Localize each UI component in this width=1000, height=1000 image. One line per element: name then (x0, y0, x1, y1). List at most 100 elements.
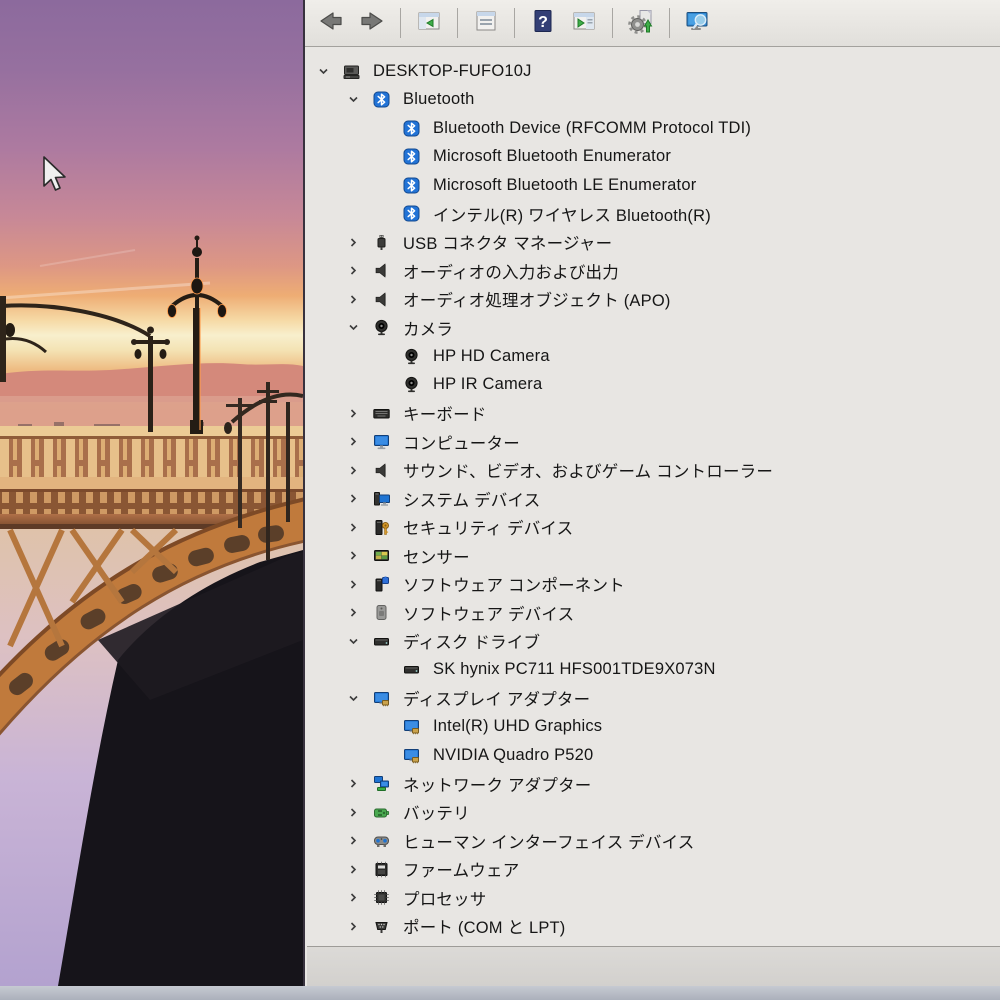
tree-item-label: システム デバイス (403, 491, 541, 510)
chevron-right-icon[interactable] (347, 862, 373, 876)
properties-window-icon (473, 8, 499, 39)
device-tree[interactable]: DESKTOP-FUFO10J Bluetooth Bluetooth Device… (307, 47, 1000, 946)
system-icon (373, 490, 397, 508)
processor-icon (373, 889, 397, 907)
scan-hardware-changes-button[interactable] (623, 5, 659, 41)
tree-item[interactable]: Bluetooth (307, 86, 1000, 115)
chevron-right-icon[interactable] (347, 891, 373, 905)
tree-item[interactable]: システム デバイス (307, 485, 1000, 514)
tree-item[interactable]: サウンド、ビデオ、およびゲーム コントローラー (307, 456, 1000, 485)
chevron-right-icon[interactable] (347, 463, 373, 477)
tree-item[interactable]: Intel(R) UHD Graphics (307, 713, 1000, 742)
tree-item-label: サウンド、ビデオ、およびゲーム コントローラー (403, 463, 774, 482)
desktop-wallpaper (0, 0, 303, 986)
back-button[interactable] (313, 5, 349, 41)
chevron-right-icon[interactable] (347, 834, 373, 848)
chevron-right-icon[interactable] (347, 520, 373, 534)
tree-item[interactable]: Microsoft Bluetooth Enumerator (307, 143, 1000, 172)
chevron-right-icon[interactable] (347, 805, 373, 819)
disk-icon (403, 661, 427, 679)
display-icon (373, 689, 397, 707)
tree-item[interactable]: ディスク ドライブ (307, 627, 1000, 656)
tree-item-label: ディスク ドライブ (403, 634, 541, 653)
usb-icon (373, 233, 397, 251)
tree-item-label: セキュリティ デバイス (403, 520, 574, 539)
scan-hardware-icon (628, 8, 654, 39)
camera-icon (373, 319, 397, 337)
search-computer-button[interactable] (680, 5, 716, 41)
tree-item[interactable]: キーボード (307, 399, 1000, 428)
monitor-icon (373, 433, 397, 451)
tree-item[interactable]: Bluetooth Device (RFCOMM Protocol TDI) (307, 114, 1000, 143)
toolbar-separator (400, 8, 401, 38)
chevron-right-icon[interactable] (347, 549, 373, 563)
tree-item-label: ファームウェア (403, 862, 520, 881)
chevron-right-icon[interactable] (347, 492, 373, 506)
chevron-right-icon[interactable] (347, 264, 373, 278)
chevron-right-icon[interactable] (347, 235, 373, 249)
chevron-right-icon[interactable] (347, 435, 373, 449)
firmware-icon (373, 860, 397, 878)
port-icon (373, 917, 397, 935)
tree-item[interactable]: HP HD Camera (307, 342, 1000, 371)
tree-item[interactable]: Microsoft Bluetooth LE Enumerator (307, 171, 1000, 200)
audio-icon (373, 262, 397, 280)
tree-item[interactable]: カメラ (307, 314, 1000, 343)
security-icon (373, 518, 397, 536)
laptop-screen-photo: ? DESKTOP-FUFO10J Bluetooth Bluetooth Devi… (0, 0, 1000, 1000)
tree-item[interactable]: ソフトウェア コンポーネント (307, 570, 1000, 599)
chevron-right-icon[interactable] (347, 606, 373, 620)
tree-item[interactable]: DESKTOP-FUFO10J (307, 57, 1000, 86)
hid-icon (373, 832, 397, 850)
tree-item[interactable]: オーディオ処理オブジェクト (APO) (307, 285, 1000, 314)
tree-item[interactable]: バッテリ (307, 798, 1000, 827)
chevron-down-icon[interactable] (347, 691, 373, 705)
tree-item[interactable]: NVIDIA Quadro P520 (307, 741, 1000, 770)
tree-item-label: NVIDIA Quadro P520 (433, 745, 594, 764)
tree-item[interactable]: ネットワーク アダプター (307, 770, 1000, 799)
chevron-right-icon[interactable] (347, 577, 373, 591)
tree-item-label: DESKTOP-FUFO10J (373, 61, 532, 80)
tree-item-label: ソフトウェア コンポーネント (403, 577, 625, 596)
tree-item[interactable]: ソフトウェア デバイス (307, 599, 1000, 628)
show-console-tree-button[interactable] (411, 5, 447, 41)
tree-item[interactable]: SK hynix PC711 HFS001TDE9X073N (307, 656, 1000, 685)
screen-bezel (0, 986, 1000, 1000)
toolbar-separator (514, 8, 515, 38)
chevron-down-icon[interactable] (347, 634, 373, 648)
display-icon (403, 718, 427, 736)
chevron-down-icon[interactable] (317, 64, 343, 78)
help-icon: ? (530, 8, 556, 39)
chevron-down-icon[interactable] (347, 321, 373, 335)
tree-item-label: SK hynix PC711 HFS001TDE9X073N (433, 660, 716, 679)
tree-item[interactable]: ポート (COM と LPT) (307, 912, 1000, 941)
tree-item-label: HP HD Camera (433, 346, 550, 365)
help-button[interactable]: ? (525, 5, 561, 41)
tree-item[interactable]: オーディオの入力および出力 (307, 257, 1000, 286)
tree-item-label: ネットワーク アダプター (403, 776, 592, 795)
tree-item[interactable]: HP IR Camera (307, 371, 1000, 400)
display-icon (403, 746, 427, 764)
chevron-right-icon[interactable] (347, 292, 373, 306)
show-action-pane-button[interactable] (566, 5, 602, 41)
tree-item[interactable]: プロセッサ (307, 884, 1000, 913)
properties-button[interactable] (468, 5, 504, 41)
chevron-right-icon[interactable] (347, 406, 373, 420)
tree-item[interactable]: ディスプレイ アダプター (307, 684, 1000, 713)
tree-item[interactable]: センサー (307, 542, 1000, 571)
tree-item[interactable]: ヒューマン インターフェイス デバイス (307, 827, 1000, 856)
tree-item[interactable]: セキュリティ デバイス (307, 513, 1000, 542)
mouse-cursor (43, 156, 66, 191)
chevron-right-icon[interactable] (347, 919, 373, 933)
chevron-down-icon[interactable] (347, 93, 373, 107)
chevron-right-icon[interactable] (347, 777, 373, 791)
tree-item[interactable]: USB コネクタ マネージャー (307, 228, 1000, 257)
tree-item[interactable]: インテル(R) ワイヤレス Bluetooth(R) (307, 200, 1000, 229)
tree-item[interactable]: ファームウェア (307, 855, 1000, 884)
tree-item[interactable]: コンピューター (307, 428, 1000, 457)
forward-button[interactable] (354, 5, 390, 41)
